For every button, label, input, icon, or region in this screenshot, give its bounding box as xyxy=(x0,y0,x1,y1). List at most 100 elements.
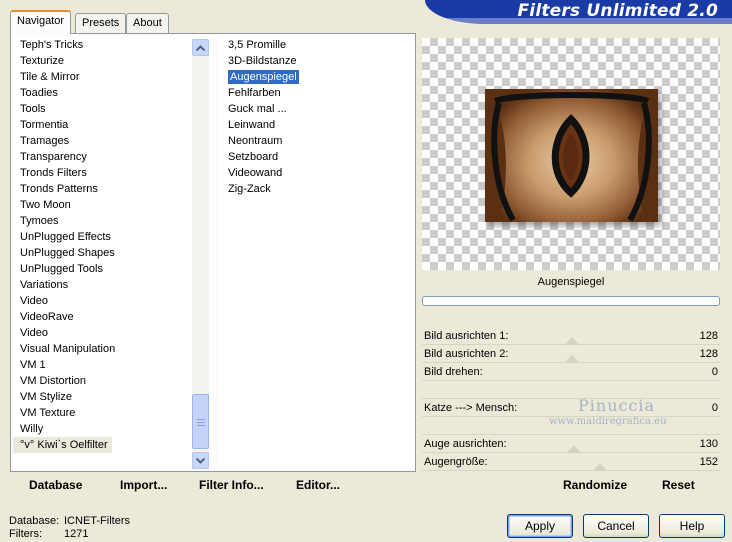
tab-navigator[interactable]: Navigator xyxy=(10,10,72,34)
filter-item-label: Setzboard xyxy=(228,151,279,163)
category-item[interactable]: Tile & Mirror xyxy=(13,69,209,85)
param-value: 128 xyxy=(699,348,718,360)
reset-button[interactable]: Reset xyxy=(662,478,695,492)
param-value: 0 xyxy=(711,366,718,378)
param-slider[interactable] xyxy=(422,398,720,399)
filters-label: Filters: xyxy=(9,528,42,540)
category-item[interactable]: Tramages xyxy=(13,133,209,149)
category-item[interactable]: VideoRave xyxy=(13,309,209,325)
slider-thumb[interactable] xyxy=(564,355,579,363)
filter-item-label: Fehlfarben xyxy=(228,87,281,99)
param-slider[interactable] xyxy=(422,380,720,381)
tab-presets[interactable]: Presets xyxy=(75,13,127,33)
param-value: 130 xyxy=(699,438,718,450)
param-label: Bild drehen: xyxy=(424,366,483,378)
category-item[interactable]: Texturize xyxy=(13,53,209,69)
category-item[interactable]: Video xyxy=(13,325,209,341)
filter-item-label: Neontraum xyxy=(228,135,283,147)
filter-item-label: Guck mal ... xyxy=(228,103,287,115)
preview-artwork xyxy=(485,89,658,222)
chevron-down-icon xyxy=(196,457,205,464)
slider-thumb[interactable] xyxy=(592,463,607,471)
category-item-label: °v° Kiwi`s Oelfilter xyxy=(13,437,112,453)
database-value: ICNET-Filters xyxy=(64,515,130,527)
cancel-button[interactable]: Cancel xyxy=(583,514,649,538)
category-list[interactable]: Teph's Tricks Texturize Tile & Mirror Toadi… xyxy=(13,37,209,469)
category-item[interactable]: °v° Kiwi`s Oelfilter xyxy=(13,437,209,453)
filter-item[interactable]: Setzboard xyxy=(218,149,414,165)
filter-item-label: Videowand xyxy=(228,167,283,179)
scroll-thumb[interactable] xyxy=(192,394,209,449)
preview-image xyxy=(485,89,658,222)
filter-item[interactable]: 3D-Bildstanze xyxy=(218,53,414,69)
param-value: 152 xyxy=(699,456,718,468)
category-item[interactable]: Tronds Patterns xyxy=(13,181,209,197)
category-item[interactable]: VM Texture xyxy=(13,405,209,421)
param-label: Bild ausrichten 2: xyxy=(424,348,509,360)
filter-info-button[interactable]: Filter Info... xyxy=(199,478,264,492)
filter-item[interactable]: Fehlfarben xyxy=(218,85,414,101)
import-button[interactable]: Import... xyxy=(120,478,167,492)
slider-thumb[interactable] xyxy=(564,337,579,345)
apply-button[interactable]: Apply xyxy=(507,514,573,538)
scroll-up-button[interactable] xyxy=(192,39,209,56)
filter-item[interactable]: Videowand xyxy=(218,165,414,181)
category-item[interactable]: UnPlugged Tools xyxy=(13,261,209,277)
database-button[interactable]: Database xyxy=(29,478,82,492)
filter-item-label: 3D-Bildstanze xyxy=(228,55,297,67)
category-item[interactable]: UnPlugged Effects xyxy=(13,229,209,245)
param-slider[interactable] xyxy=(422,470,720,471)
preview-area xyxy=(422,38,720,270)
param-label: Bild ausrichten 1: xyxy=(424,330,509,342)
filter-item-label: 3,5 Promille xyxy=(228,39,287,51)
selected-filter-name: Augenspiegel xyxy=(537,276,605,288)
category-item[interactable]: Variations xyxy=(13,277,209,293)
filters-count: 1271 xyxy=(64,528,89,540)
scroll-down-button[interactable] xyxy=(192,452,209,469)
filter-list[interactable]: 3,5 Promille 3D-Bildstanze Augenspiegel Feh… xyxy=(218,37,414,469)
category-item[interactable]: Visual Manipulation xyxy=(13,341,209,357)
param-value: 0 xyxy=(711,402,718,414)
database-label: Database: xyxy=(9,515,60,527)
randomize-button[interactable]: Randomize xyxy=(563,478,627,492)
watermark-url: www.maidiregrafica.eu xyxy=(549,416,667,427)
filter-item[interactable]: Zig-Zack xyxy=(218,181,414,197)
filter-item[interactable]: Neontraum xyxy=(218,133,414,149)
param-slider[interactable] xyxy=(422,434,720,435)
chevron-up-icon xyxy=(196,44,205,51)
filter-item[interactable]: Guck mal ... xyxy=(218,101,414,117)
category-item[interactable]: VM Distortion xyxy=(13,373,209,389)
tab-about[interactable]: About xyxy=(126,13,169,33)
watermark-name: Pinuccia xyxy=(578,396,656,415)
param-value: 128 xyxy=(699,330,718,342)
category-item[interactable]: Transparency xyxy=(13,149,209,165)
category-item[interactable]: Toadies xyxy=(13,85,209,101)
filter-item[interactable]: Augenspiegel xyxy=(218,69,414,85)
slider-thumb[interactable] xyxy=(566,445,581,453)
help-button[interactable]: Help xyxy=(659,514,725,538)
category-item[interactable]: Willy xyxy=(13,421,209,437)
category-item[interactable]: VM 1 xyxy=(13,357,209,373)
category-item[interactable]: Tymoes xyxy=(13,213,209,229)
filter-item-label: Augenspiegel xyxy=(228,70,299,84)
param-label: Katze ---> Mensch: xyxy=(424,402,518,414)
category-item[interactable]: Teph's Tricks xyxy=(13,37,209,53)
editor-button[interactable]: Editor... xyxy=(296,478,340,492)
app-title: Filters Unlimited 2.0 xyxy=(517,1,718,21)
category-item[interactable]: Video xyxy=(13,293,209,309)
param-label: Augengröße: xyxy=(424,456,488,468)
category-scrollbar[interactable] xyxy=(192,39,209,469)
category-item[interactable]: Two Moon xyxy=(13,197,209,213)
status-info: Database: ICNET-Filters Filters: 1271 xyxy=(9,515,130,541)
filter-item-label: Zig-Zack xyxy=(228,183,271,195)
filter-item[interactable]: 3,5 Promille xyxy=(218,37,414,53)
category-item[interactable]: UnPlugged Shapes xyxy=(13,245,209,261)
filter-item[interactable]: Leinwand xyxy=(218,117,414,133)
category-item[interactable]: Tronds Filters xyxy=(13,165,209,181)
category-item[interactable]: Tormentia xyxy=(13,117,209,133)
filter-item-label: Leinwand xyxy=(228,119,276,131)
category-item[interactable]: Tools xyxy=(13,101,209,117)
title-banner: Filters Unlimited 2.0 xyxy=(425,0,732,24)
grip-icon xyxy=(197,419,205,426)
category-item[interactable]: VM Stylize xyxy=(13,389,209,405)
